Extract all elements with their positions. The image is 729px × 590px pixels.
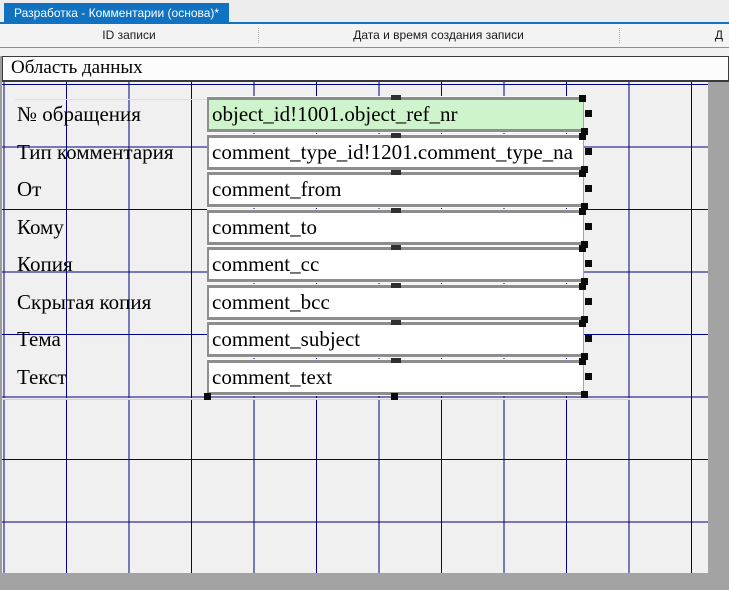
- field-label[interactable]: Текст: [15, 360, 209, 395]
- form-designer-window: Разработка - Комментарии (основа)* ID за…: [0, 0, 729, 590]
- selection-handle[interactable]: [391, 95, 401, 100]
- field-value-wrap: comment_subject: [207, 322, 584, 357]
- field-value-box[interactable]: comment_bcc: [207, 285, 584, 320]
- designer-row: Текст comment_text: [0, 360, 729, 395]
- scroll-area-bottom: [0, 573, 729, 590]
- selection-handle[interactable]: [579, 208, 586, 215]
- selection-handle[interactable]: [204, 393, 211, 400]
- selection-handle[interactable]: [579, 358, 586, 365]
- selection-handle[interactable]: [391, 170, 401, 175]
- designer-row: № обращения object_id!1001.object_ref_nr: [0, 97, 729, 132]
- scroll-area-right: [708, 82, 729, 590]
- selection-handle[interactable]: [391, 358, 401, 363]
- selection-handle[interactable]: [579, 170, 586, 177]
- selection-handle[interactable]: [579, 283, 586, 290]
- field-value-box[interactable]: comment_subject: [207, 322, 584, 357]
- field-value-box[interactable]: comment_to: [207, 210, 584, 245]
- field-label[interactable]: Тип комментария: [15, 135, 209, 170]
- field-value-wrap: comment_to: [207, 210, 584, 245]
- field-value-wrap: object_id!1001.object_ref_nr: [207, 97, 584, 132]
- selection-handle[interactable]: [579, 133, 586, 140]
- selection-handle[interactable]: [579, 95, 586, 102]
- field-label[interactable]: Копия: [15, 247, 209, 282]
- field-label[interactable]: От: [15, 172, 209, 207]
- design-surface: Область данных № обращения object_id!100…: [0, 48, 729, 590]
- field-label[interactable]: Скрытая копия: [15, 285, 209, 320]
- field-label[interactable]: № обращения: [15, 97, 209, 132]
- field-value-wrap: comment_bcc: [207, 285, 584, 320]
- field-value-wrap: comment_type_id!1201.comment_type_na: [207, 135, 584, 170]
- selection-handle[interactable]: [585, 373, 592, 380]
- selection-handle[interactable]: [391, 393, 398, 400]
- field-value-wrap: comment_cc: [207, 247, 584, 282]
- selection-handle[interactable]: [581, 391, 588, 398]
- designer-row: Тип комментария comment_type_id!1201.com…: [0, 135, 729, 170]
- document-tab[interactable]: Разработка - Комментарии (основа)*: [4, 3, 229, 22]
- selection-handle[interactable]: [391, 283, 401, 288]
- tab-bar: Разработка - Комментарии (основа)*: [0, 0, 729, 24]
- designer-row: Копия comment_cc: [0, 247, 729, 282]
- selection-handle[interactable]: [579, 320, 586, 327]
- field-value-box[interactable]: comment_from: [207, 172, 584, 207]
- field-value-box[interactable]: object_id!1001.object_ref_nr: [207, 97, 584, 132]
- field-label[interactable]: Кому: [15, 210, 209, 245]
- selection-handle[interactable]: [585, 298, 592, 305]
- designer-row: От comment_from: [0, 172, 729, 207]
- field-value-box[interactable]: comment_text: [207, 360, 584, 395]
- selection-handle[interactable]: [391, 245, 401, 250]
- field-value-wrap: comment_from: [207, 172, 584, 207]
- field-value-box[interactable]: comment_type_id!1201.comment_type_na: [207, 135, 584, 170]
- selection-handle[interactable]: [585, 223, 592, 230]
- selection-handle[interactable]: [585, 260, 592, 267]
- column-header-truncated[interactable]: Д: [619, 24, 729, 47]
- column-header-id[interactable]: ID записи: [0, 24, 258, 47]
- designer-row: Скрытая копия comment_bcc: [0, 285, 729, 320]
- selection-handle[interactable]: [585, 110, 592, 117]
- selection-handle[interactable]: [585, 185, 592, 192]
- selection-handle[interactable]: [391, 133, 401, 138]
- field-value-box[interactable]: comment_cc: [207, 247, 584, 282]
- field-rows-container: № обращения object_id!1001.object_ref_nr…: [0, 48, 729, 590]
- field-value-wrap: comment_text: [207, 360, 584, 395]
- designer-row: Тема comment_subject: [0, 322, 729, 357]
- column-header-row: ID записи Дата и время создания записи Д: [0, 24, 729, 48]
- selection-handle[interactable]: [391, 208, 401, 213]
- designer-row: Кому comment_to: [0, 210, 729, 245]
- field-label[interactable]: Тема: [15, 322, 209, 357]
- selection-handle[interactable]: [585, 148, 592, 155]
- selection-handle[interactable]: [391, 320, 401, 325]
- selection-handle[interactable]: [579, 245, 586, 252]
- selection-handle[interactable]: [585, 335, 592, 342]
- column-header-created[interactable]: Дата и время создания записи: [258, 24, 619, 47]
